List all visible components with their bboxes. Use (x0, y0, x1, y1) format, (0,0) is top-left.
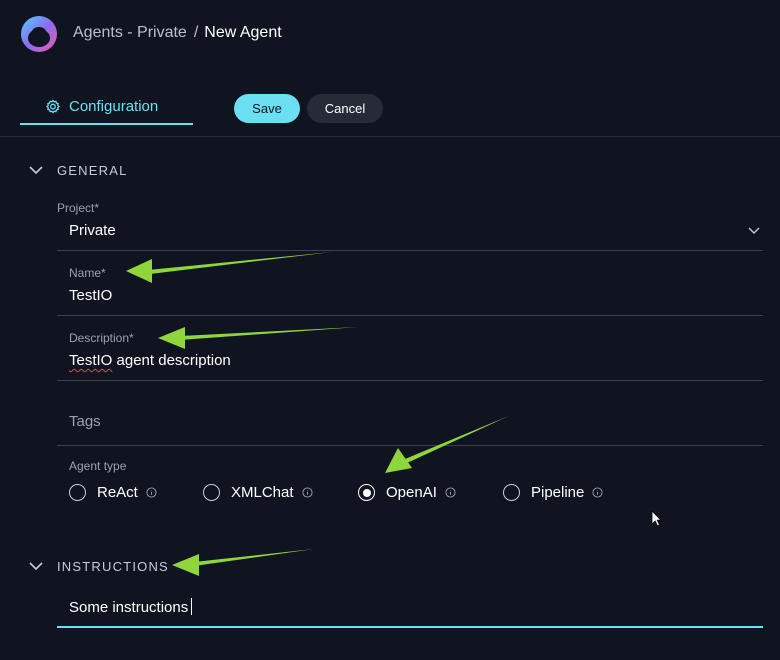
breadcrumb: Agents - Private / New Agent (73, 24, 282, 42)
project-select[interactable]: Project* Private (57, 201, 763, 250)
info-icon (445, 487, 456, 498)
general-section-title: GENERAL (57, 162, 128, 178)
radio-openai[interactable]: OpenAI (358, 484, 456, 501)
name-label: Name* (69, 266, 106, 280)
chevron-down-icon (29, 562, 43, 571)
project-label: Project* (57, 201, 100, 215)
instructions-textarea[interactable]: Some instructions (57, 598, 763, 616)
general-section-toggle[interactable]: GENERAL (26, 160, 128, 180)
chevron-down-icon (29, 166, 43, 175)
toolbar-divider (0, 136, 780, 137)
radio-circle-selected (358, 484, 375, 501)
description-label: Description* (69, 331, 134, 345)
description-rest: agent description (112, 352, 231, 369)
info-icon (146, 487, 157, 498)
instructions-underline-focused (57, 626, 763, 628)
save-button[interactable]: Save (234, 94, 300, 123)
radio-pipeline[interactable]: Pipeline (503, 484, 603, 501)
breadcrumb-parent[interactable]: Agents - Private (73, 24, 187, 41)
radio-circle (203, 484, 220, 501)
radio-circle (69, 484, 86, 501)
arrow-annotation-instructions (172, 549, 314, 576)
description-underline (57, 380, 763, 381)
description-input-value: TestIO agent description (57, 352, 763, 369)
instructions-text: Some instructions (69, 599, 189, 616)
tags-underline (57, 445, 763, 446)
radio-xmlchat-label: XMLChat (231, 484, 294, 501)
radio-react[interactable]: ReAct (69, 484, 157, 501)
tags-input[interactable]: Tags (57, 413, 763, 430)
radio-circle (503, 484, 520, 501)
info-icon (592, 487, 603, 498)
mouse-cursor-icon (651, 510, 662, 527)
breadcrumb-current: New Agent (204, 24, 282, 41)
name-input-value: TestIO (69, 287, 113, 304)
tab-configuration-label: Configuration (69, 98, 159, 115)
spellcheck-word: TestIO (69, 352, 113, 369)
project-value: Private (69, 222, 116, 239)
instructions-value: Some instructions (57, 598, 763, 616)
tags-placeholder: Tags (69, 413, 101, 430)
text-caret (191, 598, 193, 615)
radio-openai-label: OpenAI (386, 484, 437, 501)
radio-react-label: ReAct (97, 484, 138, 501)
info-icon (301, 487, 313, 498)
instructions-section-toggle[interactable]: INSTRUCTIONS (26, 556, 169, 576)
cancel-button[interactable]: Cancel (307, 94, 383, 123)
project-underline (57, 250, 763, 251)
agent-type-label: Agent type (69, 459, 127, 473)
instructions-section-title: INSTRUCTIONS (57, 558, 169, 574)
chevron-down-icon (748, 227, 760, 234)
gear-icon (46, 99, 60, 114)
tab-configuration[interactable]: Configuration (20, 92, 193, 125)
app-logo (21, 16, 57, 52)
radio-pipeline-label: Pipeline (531, 484, 585, 501)
name-field[interactable]: Name* TestIO (57, 266, 763, 304)
name-underline (57, 315, 763, 316)
breadcrumb-separator: / (193, 24, 199, 41)
description-field[interactable]: Description* TestIO agent description (57, 331, 763, 369)
radio-xmlchat[interactable]: XMLChat (203, 484, 313, 501)
